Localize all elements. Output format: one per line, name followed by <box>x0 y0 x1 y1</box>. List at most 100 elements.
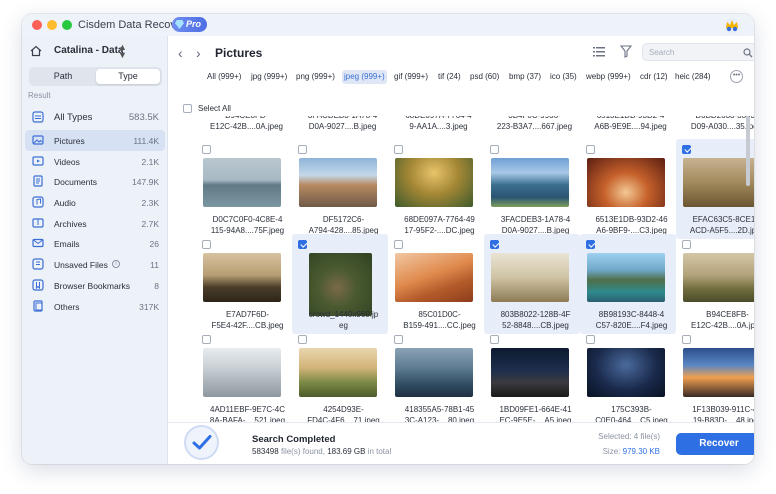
extension-filter[interactable]: ico (35) <box>548 70 579 84</box>
file-name-partial: 3B4F0C-9936-223-B3A7....667.jpeg <box>482 116 587 132</box>
file-tile[interactable]: 6513E1DB-93D2-46 A6-9BF9-....C3.jpeg <box>583 142 679 242</box>
search-input[interactable] <box>649 46 739 59</box>
file-checkbox[interactable] <box>490 335 499 344</box>
extension-filter[interactable]: heic (284) <box>673 70 713 84</box>
file-thumbnail[interactable] <box>395 158 473 207</box>
extension-filter[interactable]: tif (24) <box>436 70 463 84</box>
file-checkbox[interactable] <box>682 335 691 344</box>
select-all-checkbox[interactable] <box>183 104 192 113</box>
file-checkbox[interactable] <box>490 145 499 154</box>
extension-filter[interactable]: cdr (12) <box>638 70 670 84</box>
size-label: Size: <box>602 447 621 456</box>
scrollbar[interactable] <box>746 116 750 186</box>
file-checkbox[interactable] <box>490 240 499 249</box>
file-tile[interactable]: crowd_1440x960.jp eg <box>292 234 391 337</box>
info-icon[interactable]: i <box>112 260 120 269</box>
file-name-line: ACD-A5F5....2D.jpeg <box>689 226 754 235</box>
file-tile[interactable]: B94CE8FB- E12C-42B....0A.jpeg <box>679 237 754 337</box>
extension-filter[interactable]: webp (999+) <box>584 70 633 84</box>
forward-button[interactable]: › <box>196 46 201 60</box>
file-thumbnail[interactable] <box>203 253 281 302</box>
extension-filter[interactable]: png (999+) <box>294 70 337 84</box>
file-thumbnail[interactable] <box>491 158 569 207</box>
file-thumbnail[interactable] <box>203 348 281 397</box>
back-button[interactable]: ‹ <box>178 46 183 60</box>
file-checkbox[interactable] <box>682 240 691 249</box>
extension-filter[interactable]: psd (60) <box>468 70 501 84</box>
file-tile[interactable]: 4AD11EBF-9E7C-4C 8A-BAFA-....521.jpeg <box>199 332 295 432</box>
file-checkbox[interactable] <box>586 240 595 249</box>
extension-filter[interactable]: jpeg (999+) <box>342 70 387 84</box>
file-tile[interactable]: 8B98193C-8448-4 C57-820E....F4.jpeg <box>580 234 679 337</box>
file-thumbnail[interactable] <box>395 348 473 397</box>
file-name: 3FACDEB3-1A78-4 D0A-9027....B.jpeg <box>483 214 588 236</box>
file-thumbnail[interactable] <box>587 348 665 397</box>
extension-filter[interactable]: jpg (999+) <box>249 70 289 84</box>
file-checkbox[interactable] <box>202 240 211 249</box>
file-checkbox[interactable] <box>298 145 307 154</box>
file-thumbnail[interactable] <box>587 158 665 207</box>
file-checkbox[interactable] <box>202 145 211 154</box>
file-tile[interactable]: 85C01D0C- B159-491....CC.jpeg <box>391 237 487 337</box>
file-tile[interactable]: 1F13B039-911C-4E19-B83D-....48.jpeg <box>679 332 754 432</box>
file-name-line: E12C-42B....0A.jpeg <box>210 122 283 131</box>
file-thumbnail[interactable] <box>683 253 754 302</box>
close-window-button[interactable] <box>32 20 42 30</box>
file-thumbnail[interactable] <box>491 253 569 302</box>
file-tile[interactable]: 175C393B- C0E0-464....C5.jpeg <box>583 332 679 432</box>
zoom-window-button[interactable] <box>62 20 72 30</box>
tab-path[interactable]: Path <box>31 69 95 84</box>
sidebar-item-videos[interactable]: Videos 2.1K <box>25 151 165 172</box>
document-icon <box>33 175 43 187</box>
sidebar-item-unsaved-files[interactable]: Unsaved Files i 11 <box>25 254 165 275</box>
file-tile[interactable]: E7AD7F6D- F5E4-42F....CB.jpeg <box>199 237 295 337</box>
tab-type[interactable]: Type <box>96 69 160 84</box>
sidebar-item-pictures[interactable]: Pictures 111.4K <box>25 130 165 151</box>
file-tile[interactable]: D0C7C0F0-4C8E-4 115-94A8....75F.jpeg <box>199 142 295 242</box>
file-thumbnail[interactable] <box>683 348 754 397</box>
file-checkbox[interactable] <box>394 240 403 249</box>
sidebar-item-archives[interactable]: Archives 2.7K <box>25 213 165 234</box>
sidebar-item-all-types[interactable]: All Types 583.5K <box>25 104 165 130</box>
file-thumbnail[interactable] <box>299 158 377 207</box>
file-checkbox[interactable] <box>298 335 307 344</box>
file-checkbox[interactable] <box>682 145 691 154</box>
sidebar-item-audio[interactable]: Audio 2.3K <box>25 192 165 213</box>
sidebar-item-emails[interactable]: Emails 26 <box>25 233 165 254</box>
filter-icon[interactable] <box>620 45 632 58</box>
file-checkbox[interactable] <box>298 240 307 249</box>
file-tile[interactable]: EFAC63C5-8CE1-4 ACD-A5F5....2D.jpeg <box>676 139 754 242</box>
file-thumbnail[interactable] <box>309 253 372 316</box>
crown-icon[interactable] <box>722 16 742 34</box>
file-tile[interactable]: DF5172C6- A794-428....85.jpeg <box>295 142 391 242</box>
file-tile[interactable]: 418355A5-78B1-45 3C-A123-....80.jpeg <box>391 332 487 432</box>
sidebar-item-browser-bookmarks[interactable]: Browser Bookmarks 8 <box>25 275 165 296</box>
file-thumbnail[interactable] <box>395 253 473 302</box>
file-tile[interactable]: 3FACDEB3-1A78-4 D0A-9027....B.jpeg <box>487 142 583 242</box>
file-tile[interactable]: 4254D93E- FD4C-4F6....71.jpeg <box>295 332 391 432</box>
sidebar-item-others[interactable]: Others 317K <box>25 296 165 317</box>
minimize-window-button[interactable] <box>47 20 57 30</box>
file-thumbnail[interactable] <box>299 348 377 397</box>
file-thumbnail[interactable] <box>491 348 569 397</box>
extension-filter[interactable]: gif (999+) <box>392 70 430 84</box>
chevron-updown-icon[interactable]: ▲ ▼ <box>118 43 127 60</box>
extension-filter[interactable]: bmp (37) <box>507 70 543 84</box>
file-checkbox[interactable] <box>202 335 211 344</box>
more-extensions-button[interactable]: ••• <box>730 70 743 83</box>
sidebar-item-documents[interactable]: Documents 147.9K <box>25 171 165 192</box>
recover-button[interactable]: Recover <box>676 433 754 455</box>
file-tile[interactable]: 803B8022-128B-4F 52-8848....CB.jpeg <box>484 234 583 337</box>
file-checkbox[interactable] <box>586 335 595 344</box>
drive-selector[interactable]: Catalina - Data ▲ ▼ <box>30 43 162 61</box>
list-view-icon[interactable] <box>593 46 605 57</box>
file-thumbnail[interactable] <box>683 158 754 207</box>
file-checkbox[interactable] <box>394 335 403 344</box>
file-tile[interactable]: 68DE097A-7764-49 17-95F2-....DC.jpeg <box>391 142 487 242</box>
file-checkbox[interactable] <box>586 145 595 154</box>
file-checkbox[interactable] <box>394 145 403 154</box>
file-thumbnail[interactable] <box>587 253 665 302</box>
file-tile[interactable]: 1BD09FE1-664E-41 EC-9E5E-....A5.jpeg <box>487 332 583 432</box>
extension-filter[interactable]: All (999+) <box>205 70 243 84</box>
file-thumbnail[interactable] <box>203 158 281 207</box>
